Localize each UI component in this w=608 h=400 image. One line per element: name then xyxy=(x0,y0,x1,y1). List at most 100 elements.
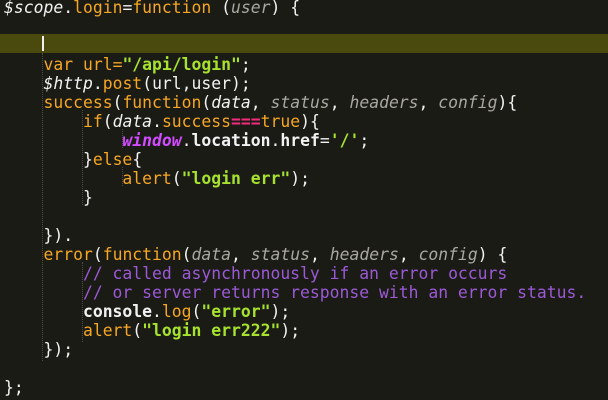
code-token: config xyxy=(438,93,498,112)
code-token: console xyxy=(82,302,153,321)
code-token: }); xyxy=(43,340,74,359)
code-line[interactable]: }; xyxy=(4,378,608,397)
code-token: ( xyxy=(132,321,143,340)
code-token: ( xyxy=(191,302,202,321)
code-token: ( xyxy=(92,245,103,264)
code-token: ; xyxy=(359,131,370,150)
code-token: data xyxy=(191,245,232,264)
code-token: error xyxy=(43,245,93,264)
code-line[interactable]: window.location.href='/'; xyxy=(4,131,608,150)
code-line[interactable]: $scope.login=function (user) { xyxy=(4,0,608,17)
code-token: , xyxy=(398,245,419,264)
code-token: "error" xyxy=(201,302,271,321)
code-token: alert xyxy=(122,169,172,188)
code-token: status xyxy=(270,93,330,112)
code-token: post xyxy=(102,74,143,93)
code-token: headers xyxy=(349,93,419,112)
code-token: ( xyxy=(102,112,113,131)
code-token: ); xyxy=(290,169,310,188)
code-token: url= xyxy=(73,55,123,74)
code-token: log xyxy=(161,302,192,321)
code-token: "/api/login" xyxy=(122,55,241,74)
code-token: headers xyxy=(329,245,399,264)
code-token: === xyxy=(231,112,261,131)
code-line[interactable]: } xyxy=(4,188,608,207)
code-token: function xyxy=(132,0,212,17)
code-token: user xyxy=(231,0,271,17)
code-token: window xyxy=(122,131,182,150)
code-line[interactable] xyxy=(4,36,608,55)
code-line[interactable]: }else{ xyxy=(4,150,608,169)
code-token: $scope xyxy=(4,0,64,17)
code-token: $http xyxy=(43,74,93,93)
code-token: . xyxy=(63,0,74,17)
code-line[interactable]: }); xyxy=(4,340,608,359)
code-token: , xyxy=(329,93,350,112)
code-line[interactable] xyxy=(4,359,608,378)
code-line[interactable]: if(data.success===true){ xyxy=(4,112,608,131)
code-line[interactable]: error(function(data, status, headers, co… xyxy=(4,245,608,264)
code-token: var xyxy=(43,55,74,74)
code-token: success xyxy=(161,112,232,131)
code-token: ( xyxy=(171,169,182,188)
code-token: alert xyxy=(82,321,133,340)
code-line[interactable]: success(function(data, status, headers, … xyxy=(4,93,608,112)
code-token: , xyxy=(250,93,271,112)
code-token: , xyxy=(181,74,192,93)
code-line[interactable]: // or server returns response with an er… xyxy=(4,283,608,302)
code-token: status xyxy=(250,245,310,264)
code-token: ; xyxy=(240,55,251,74)
code-token: ( xyxy=(112,93,123,112)
code-line[interactable]: // called asynchronously if an error occ… xyxy=(4,264,608,283)
code-token: , xyxy=(309,245,330,264)
code-token: } xyxy=(82,150,93,169)
code-token: ) { xyxy=(477,245,508,264)
code-token: }; xyxy=(4,378,24,397)
code-line[interactable]: var url="/api/login"; xyxy=(4,55,608,74)
code-token: ){ xyxy=(300,112,320,131)
code-editor[interactable]: $scope.login=function (user) { var url="… xyxy=(0,0,608,400)
code-token: else xyxy=(92,150,133,169)
code-line[interactable]: alert("login err222"); xyxy=(4,321,608,340)
code-token: data xyxy=(112,112,153,131)
code-line[interactable]: $http.post(url,user); xyxy=(4,74,608,93)
code-token: . xyxy=(152,302,162,321)
code-line[interactable]: console.log("error"); xyxy=(4,302,608,321)
code-token: // or server returns response with an er… xyxy=(82,283,587,302)
code-token: ); xyxy=(280,321,301,340)
code-token: ( xyxy=(201,93,212,112)
code-token: . xyxy=(270,131,281,150)
code-line[interactable] xyxy=(4,17,608,36)
code-token: ) { xyxy=(270,0,301,17)
code-token: { xyxy=(132,150,143,169)
code-line[interactable] xyxy=(4,207,608,226)
code-token: ( xyxy=(142,74,153,93)
code-token: '/' xyxy=(329,131,360,150)
code-token: , xyxy=(418,93,439,112)
code-token: login xyxy=(73,0,123,17)
code-token: if xyxy=(82,112,103,131)
text-cursor xyxy=(42,36,44,51)
code-token: . xyxy=(92,74,103,93)
code-line[interactable]: }). xyxy=(4,226,608,245)
code-token: success xyxy=(43,93,113,112)
code-token: url xyxy=(152,74,182,93)
code-token: function xyxy=(102,245,182,264)
code-token: , xyxy=(231,245,251,264)
code-token: true xyxy=(260,112,301,131)
code-token: } xyxy=(82,188,93,207)
code-line[interactable]: alert("login err"); xyxy=(4,169,608,188)
